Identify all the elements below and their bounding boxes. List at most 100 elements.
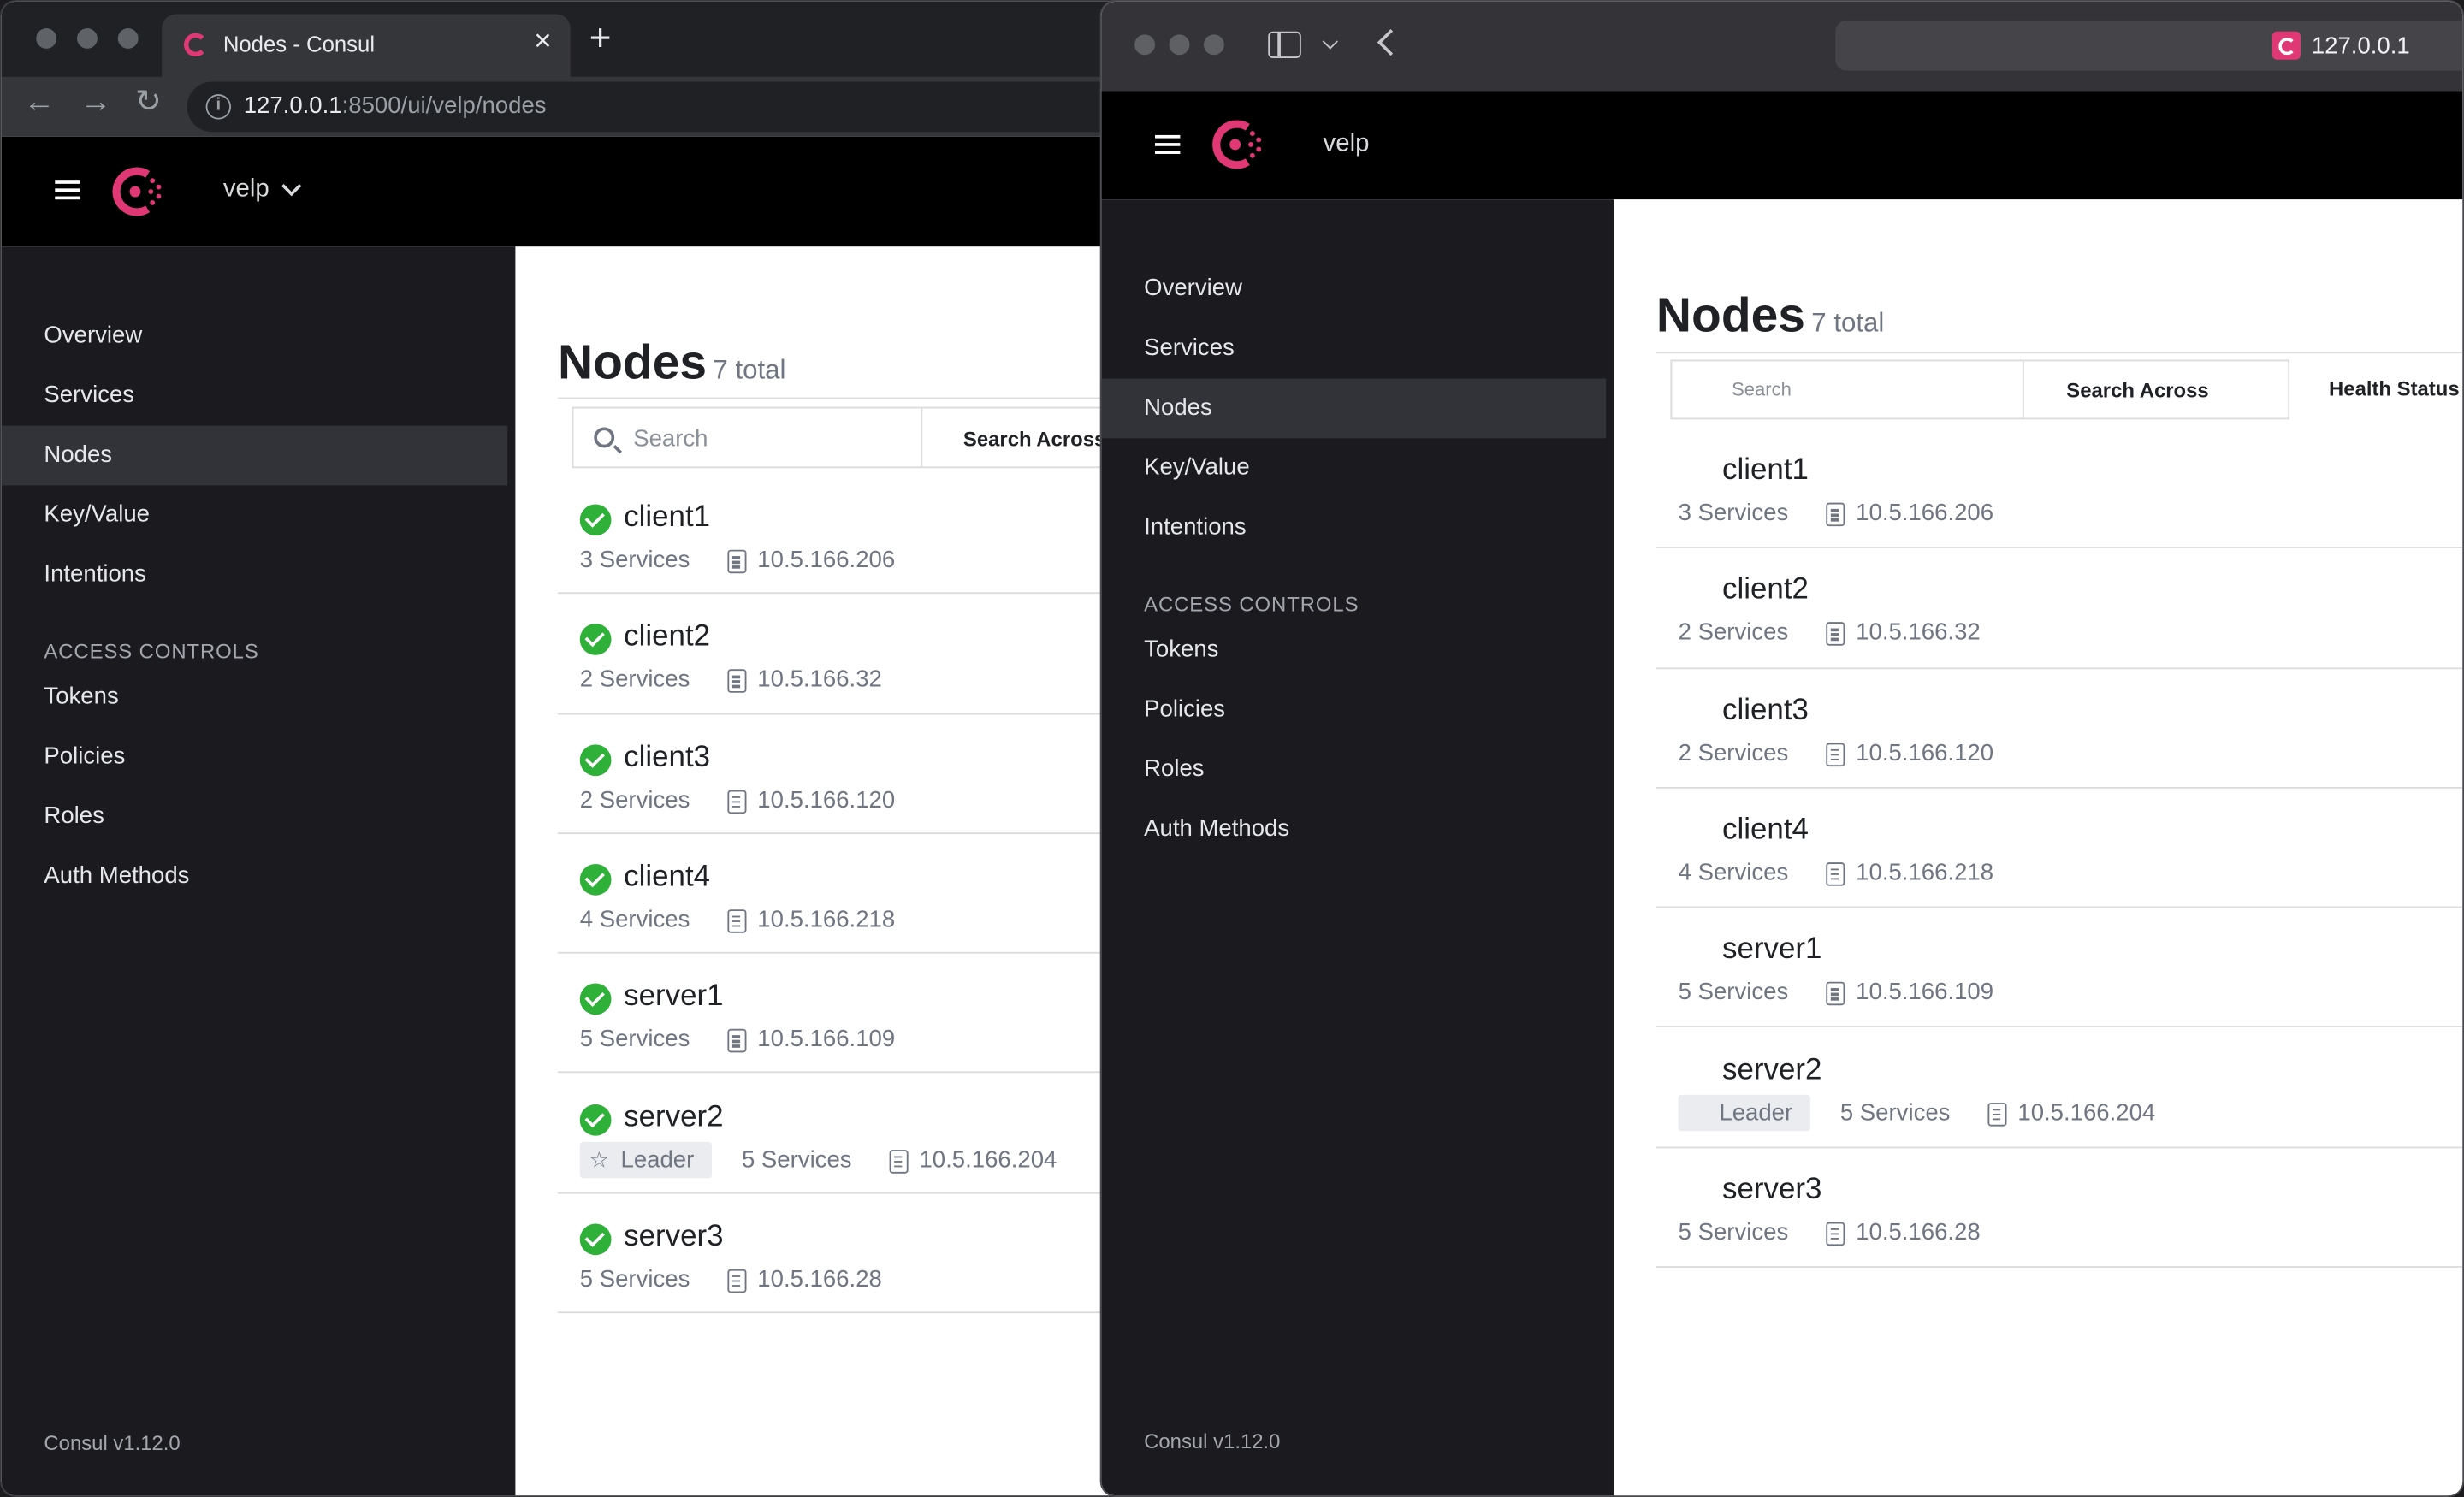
node-address[interactable]: 10.5.166.28 xyxy=(757,1266,882,1293)
consul-logo-icon[interactable] xyxy=(107,163,163,220)
node-address[interactable]: 10.5.166.32 xyxy=(1856,619,1981,646)
node-name[interactable]: client4 xyxy=(1722,814,1809,848)
window-controls[interactable] xyxy=(1134,34,1224,56)
close-icon[interactable]: × xyxy=(534,27,551,56)
page-title: Nodes 7 total xyxy=(1656,287,1885,343)
sidebar-item-key-value[interactable]: Key/Value xyxy=(1144,454,1250,481)
node-row[interactable]: server2 Leader 5 Services 10.5.166.204 xyxy=(1614,1028,2463,1148)
divider xyxy=(1656,352,2463,354)
address-icon xyxy=(1826,502,1845,527)
node-address[interactable]: 10.5.166.204 xyxy=(919,1146,1057,1173)
consul-favicon-icon xyxy=(2272,31,2301,60)
node-address[interactable]: 10.5.166.218 xyxy=(757,906,895,932)
node-address[interactable]: 10.5.166.28 xyxy=(1856,1219,1981,1246)
consul-favicon-icon xyxy=(183,33,208,57)
node-name[interactable]: server3 xyxy=(1722,1173,1821,1207)
menu-icon[interactable] xyxy=(1155,134,1181,154)
node-address[interactable]: 10.5.166.120 xyxy=(1856,739,1993,766)
url-text: 127.0.0.1 xyxy=(2311,33,2410,60)
node-name[interactable]: client3 xyxy=(624,741,710,775)
search-input[interactable]: Search xyxy=(633,426,708,453)
node-name[interactable]: client2 xyxy=(1722,574,1809,608)
chevron-down-icon[interactable] xyxy=(1322,33,1338,50)
search-across-button[interactable]: Search Across xyxy=(2066,379,2208,403)
node-address[interactable]: 10.5.166.109 xyxy=(1856,979,1993,1005)
node-name[interactable]: server2 xyxy=(624,1100,723,1134)
node-address[interactable]: 10.5.166.109 xyxy=(757,1026,895,1052)
url-text: 127.0.0.1:8500/ui/velp/nodes xyxy=(243,92,547,120)
node-address[interactable]: 10.5.166.206 xyxy=(757,547,895,573)
health-status-filter[interactable]: Health Status xyxy=(2329,377,2460,401)
chevron-down-icon[interactable] xyxy=(281,175,302,197)
sidebar-item-services[interactable]: Services xyxy=(1144,334,1235,361)
node-address[interactable]: 10.5.166.120 xyxy=(757,786,895,813)
node-address[interactable]: 10.5.166.206 xyxy=(1856,500,1993,526)
sidebar-item-nodes[interactable]: Nodes xyxy=(44,441,112,468)
node-name[interactable]: server3 xyxy=(624,1220,723,1254)
node-row[interactable]: client2 2 Services 10.5.166.32 xyxy=(1614,548,2463,669)
address-icon xyxy=(1826,1222,1845,1246)
leader-badge: ☆ Leader xyxy=(579,1141,713,1178)
search-across-button[interactable]: Search Across xyxy=(963,427,1105,451)
sidebar-toggle-icon[interactable] xyxy=(1268,31,1301,58)
menu-icon[interactable] xyxy=(55,180,80,200)
leader-label: Leader xyxy=(1719,1098,1793,1126)
node-name[interactable]: server2 xyxy=(1722,1053,1821,1087)
node-name[interactable]: client1 xyxy=(624,501,710,535)
sidebar-item-tokens[interactable]: Tokens xyxy=(44,683,118,710)
sidebar-item-policies[interactable]: Policies xyxy=(1144,695,1225,722)
node-row[interactable]: client4 4 Services 10.5.166.218 xyxy=(1614,789,2463,908)
browser-tab[interactable]: Nodes - Consul × xyxy=(162,14,571,77)
node-address[interactable]: 10.5.166.218 xyxy=(1856,859,1993,885)
node-name[interactable]: client2 xyxy=(624,621,710,655)
main-content: Nodes 7 total Search Search Across Health… xyxy=(1614,199,2463,1496)
node-name[interactable]: server1 xyxy=(1722,933,1821,967)
node-name[interactable]: server1 xyxy=(624,980,723,1015)
sidebar-item-auth-methods[interactable]: Auth Methods xyxy=(44,862,189,889)
sidebar-item-overview[interactable]: Overview xyxy=(1144,275,1242,301)
sidebar-item-roles[interactable]: Roles xyxy=(1144,755,1204,782)
back-icon[interactable]: ← xyxy=(24,86,56,118)
node-address[interactable]: 10.5.166.204 xyxy=(2017,1098,2155,1125)
sidebar-item-nodes[interactable]: Nodes xyxy=(1144,394,1212,421)
sidebar-item-key-value[interactable]: Key/Value xyxy=(44,501,150,528)
consul-logo-icon[interactable] xyxy=(1207,116,1264,173)
address-icon xyxy=(889,1149,909,1173)
node-services-count: 2 Services xyxy=(1678,739,1789,766)
sidebar-item-intentions[interactable]: Intentions xyxy=(1144,513,1246,540)
sidebar-item-policies[interactable]: Policies xyxy=(44,743,125,770)
forward-icon[interactable]: → xyxy=(80,86,112,118)
sidebar-item-auth-methods[interactable]: Auth Methods xyxy=(1144,815,1289,842)
browser-window-safari: 127.0.0.1 velp Overview Services Nodes K… xyxy=(1099,0,2464,1497)
sidebar-item-overview[interactable]: Overview xyxy=(44,322,142,348)
node-row[interactable]: client3 2 Services 10.5.166.120 xyxy=(1614,669,2463,789)
address-bar[interactable]: 127.0.0.1 xyxy=(1835,20,2463,71)
node-row[interactable]: client1 3 Services 10.5.166.206 xyxy=(1614,429,2463,549)
reload-icon[interactable]: ↻ xyxy=(135,86,162,118)
sidebar-item-intentions[interactable]: Intentions xyxy=(44,561,145,588)
node-name[interactable]: client4 xyxy=(624,861,710,895)
node-count: 7 total xyxy=(713,355,786,385)
back-icon[interactable] xyxy=(1377,28,1405,56)
address-icon xyxy=(1826,742,1845,766)
sidebar-item-tokens[interactable]: Tokens xyxy=(1144,636,1218,663)
sidebar-item-services[interactable]: Services xyxy=(44,382,134,408)
datacenter-selector[interactable]: velp xyxy=(223,176,270,204)
passing-check-icon xyxy=(579,863,612,896)
node-services-count: 3 Services xyxy=(1678,499,1789,527)
node-services-count: 5 Services xyxy=(1839,1098,1951,1126)
new-tab-icon[interactable]: + xyxy=(589,20,612,58)
address-icon xyxy=(727,1029,747,1053)
window-controls[interactable] xyxy=(36,28,139,49)
sidebar-item-roles[interactable]: Roles xyxy=(44,802,104,829)
datacenter-label[interactable]: velp xyxy=(1324,130,1370,158)
node-name[interactable]: client1 xyxy=(1722,454,1809,488)
site-info-icon[interactable]: i xyxy=(205,94,231,120)
node-row[interactable]: server3 5 Services 10.5.166.28 xyxy=(1614,1148,2463,1269)
node-row[interactable]: server1 5 Services 10.5.166.109 xyxy=(1614,908,2463,1028)
search-input[interactable]: Search xyxy=(1732,379,1792,401)
node-name[interactable]: client3 xyxy=(1722,694,1809,728)
node-address[interactable]: 10.5.166.32 xyxy=(757,666,882,693)
passing-check-icon xyxy=(579,1223,612,1255)
node-services-count: 5 Services xyxy=(1678,1218,1789,1246)
